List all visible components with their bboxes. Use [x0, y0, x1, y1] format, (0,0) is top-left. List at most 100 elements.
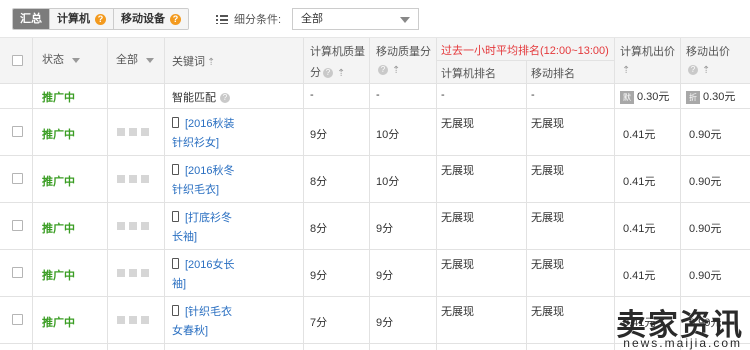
filter-label: 细分条件:	[216, 11, 281, 27]
mobile-quality-value: -	[376, 89, 380, 101]
watermark-url: news.maijia.com	[623, 336, 742, 350]
row-action-placeholders[interactable]	[117, 175, 149, 183]
keyword-link[interactable]: [打底衫冬 长袖]	[172, 209, 232, 247]
mobile-rank-header: 移动排名	[531, 68, 575, 80]
mobile-quality-sort: ? ⇡	[376, 64, 400, 76]
row-checkbox[interactable]	[12, 314, 23, 325]
pc-rank-value: 无展现	[441, 306, 474, 318]
mobile-quality-value: 10分	[376, 129, 400, 141]
pc-bid-value[interactable]: 0.41元	[623, 267, 655, 283]
avg-rank-header: 过去一小时平均排名(12:00~13:00)	[441, 45, 609, 57]
row-action-placeholders[interactable]	[117, 316, 149, 324]
row-divider	[0, 108, 750, 109]
mobile-quality-value: 9分	[376, 317, 394, 329]
header-divider	[436, 60, 614, 61]
pc-quality-value: 9分	[310, 270, 328, 282]
help-icon[interactable]: ?	[378, 65, 388, 76]
mobile-quality-value: 9分	[376, 270, 394, 282]
status-label: 推广中	[42, 270, 75, 282]
status-column-header[interactable]: 状态	[42, 51, 80, 67]
pc-bid-value[interactable]: 0.41元	[623, 173, 655, 189]
help-icon[interactable]: ?	[95, 13, 106, 25]
pc-rank-value: 无展现	[441, 165, 474, 177]
pc-rank-value: 无展现	[441, 212, 474, 224]
pc-quality-value: 8分	[310, 176, 328, 188]
mobile-rank-value: 无展现	[531, 259, 564, 271]
mobile-quality-header[interactable]: 移动质量分	[376, 43, 431, 59]
all-column-header[interactable]: 全部	[116, 51, 154, 67]
tab-mobile[interactable]: 移动设备?	[114, 9, 188, 29]
pc-rank-value: -	[441, 89, 445, 101]
column-divider	[303, 38, 304, 350]
keyword-column-header[interactable]: 关键词 ⇡	[172, 53, 215, 69]
toolbar: 汇总 计算机? 移动设备? 细分条件: 全部	[0, 0, 750, 38]
pc-quality-header-line2: 分? ⇡	[310, 67, 346, 79]
help-icon[interactable]: ?	[323, 68, 333, 79]
default-badge: 默	[620, 90, 634, 104]
mobile-device-icon	[172, 164, 179, 175]
pc-bid-header[interactable]: 计算机出价	[620, 43, 675, 59]
row-checkbox[interactable]	[12, 173, 23, 184]
pc-quality-header[interactable]: 计算机质量	[310, 43, 365, 59]
sort-icon: ⇡	[392, 65, 401, 76]
chevron-down-icon	[146, 57, 154, 63]
device-tabs: 汇总 计算机? 移动设备?	[12, 8, 189, 30]
help-icon[interactable]: ?	[170, 13, 181, 25]
help-icon[interactable]: ?	[220, 93, 230, 104]
mobile-rank-value: 无展现	[531, 165, 564, 177]
list-icon	[216, 14, 228, 24]
row-action-placeholders[interactable]	[117, 269, 149, 277]
column-divider	[436, 38, 437, 350]
mobile-bid-sort: ? ⇡	[686, 64, 710, 76]
mobile-rank-value: 无展现	[531, 118, 564, 130]
tab-computer[interactable]: 计算机?	[50, 9, 114, 29]
sort-icon: ⇡	[337, 68, 346, 79]
row-checkbox[interactable]	[12, 267, 23, 278]
row-checkbox[interactable]	[12, 126, 23, 137]
sort-icon: ⇡	[207, 57, 216, 68]
column-divider	[107, 38, 108, 350]
status-label: 推广中	[42, 317, 75, 329]
sort-icon: ⇡	[622, 65, 631, 76]
mobile-rank-value: 无展现	[531, 212, 564, 224]
mobile-device-icon	[172, 211, 179, 222]
help-icon[interactable]: ?	[688, 65, 698, 76]
tab-summary[interactable]: 汇总	[13, 9, 50, 29]
mobile-bid-header[interactable]: 移动出价	[686, 43, 730, 59]
mobile-device-icon	[172, 305, 179, 316]
row-checkbox[interactable]	[12, 220, 23, 231]
column-divider	[164, 38, 165, 350]
keyword-link[interactable]: [2016秋冬 针织毛衣]	[172, 162, 235, 200]
keyword-link[interactable]: [2016女长 袖]	[172, 256, 235, 294]
pc-bid-value[interactable]: 0.41元	[623, 220, 655, 236]
pc-rank-value: 无展现	[441, 259, 474, 271]
table-header: 状态 全部 关键词 ⇡ 计算机质量 分? ⇡ 移动质量分 ? ⇡ 过去一小时平均排名(…	[0, 38, 750, 84]
mobile-device-icon	[172, 258, 179, 269]
mobile-bid-value[interactable]: 0.90元	[689, 220, 721, 236]
status-label: 推广中	[42, 223, 75, 235]
pc-bid-value[interactable]: 0.41元	[623, 126, 655, 142]
row-action-placeholders[interactable]	[117, 128, 149, 136]
mobile-bid-value[interactable]: 0.90元	[689, 126, 721, 142]
status-label: 推广中	[42, 129, 75, 141]
column-divider	[32, 38, 33, 350]
keyword-link[interactable]: [2016秋装 针织衫女]	[172, 115, 235, 153]
mobile-rank-value: -	[531, 89, 535, 101]
keyword-link[interactable]: [针织毛衣 女春秋]	[172, 303, 232, 341]
mobile-quality-value: 10分	[376, 176, 400, 188]
pc-bid-value[interactable]: 默 0.30元	[620, 88, 669, 104]
pc-rank-value: 无展现	[441, 118, 474, 130]
chevron-down-icon	[400, 17, 410, 23]
pc-quality-value: -	[310, 89, 314, 101]
mobile-device-icon	[172, 117, 179, 128]
filter-select[interactable]: 全部	[292, 8, 419, 30]
chevron-down-icon	[72, 57, 80, 63]
mobile-bid-value[interactable]: 0.90元	[689, 173, 721, 189]
row-action-placeholders[interactable]	[117, 222, 149, 230]
select-all-checkbox[interactable]	[12, 55, 23, 66]
column-divider	[526, 60, 527, 350]
mobile-bid-value[interactable]: 折 0.30元	[686, 88, 735, 104]
smart-match-keyword: 智能匹配?	[172, 89, 232, 105]
row-divider	[0, 202, 750, 203]
mobile-bid-value[interactable]: 0.90元	[689, 267, 721, 283]
